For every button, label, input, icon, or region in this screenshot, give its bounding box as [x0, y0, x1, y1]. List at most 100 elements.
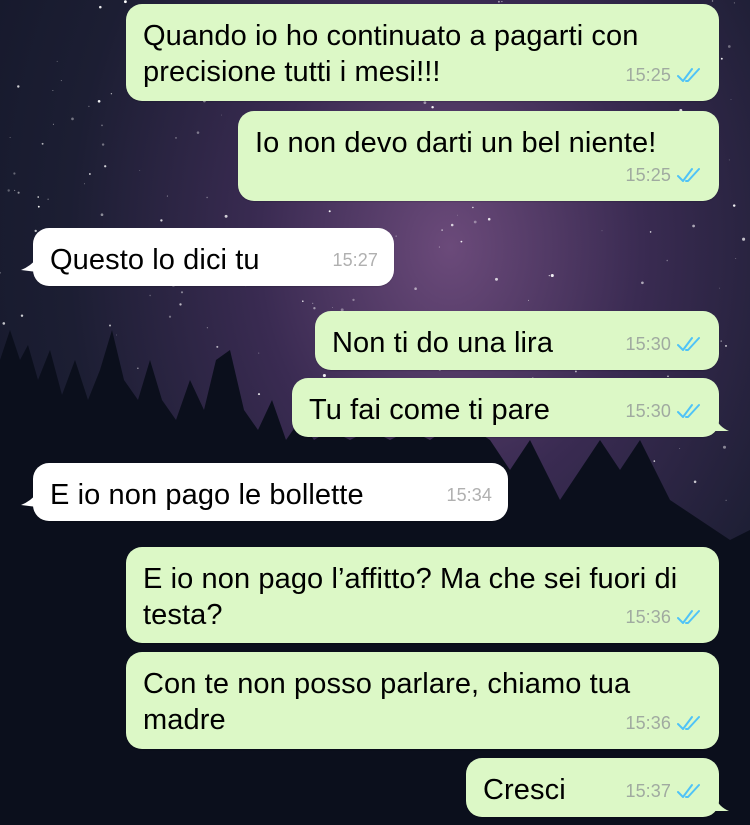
- bubble-tail: [21, 258, 37, 272]
- star: [472, 206, 474, 209]
- star: [20, 314, 24, 317]
- star: [101, 143, 105, 146]
- message-text: Con te non posso parlare, chiamo tua mad…: [143, 668, 631, 736]
- message-time: 15:27: [332, 250, 378, 270]
- star: [17, 191, 20, 194]
- message-time: 15:25: [625, 165, 671, 185]
- bubble-tail: [21, 493, 37, 507]
- star: [47, 198, 49, 200]
- message-bubble-outgoing[interactable]: Con te non posso parlare, chiamo tua mad…: [126, 652, 719, 749]
- message-time: 15:25: [625, 65, 671, 85]
- star: [257, 393, 261, 396]
- star: [666, 259, 668, 262]
- double-check-read-icon: [677, 716, 700, 730]
- star: [109, 324, 111, 327]
- star: [414, 287, 417, 290]
- star: [352, 298, 355, 302]
- star: [9, 136, 11, 138]
- star: [727, 45, 731, 48]
- star: [124, 0, 127, 4]
- star: [732, 204, 736, 207]
- double-check-read-icon: [677, 68, 700, 82]
- star: [196, 131, 200, 134]
- star: [313, 307, 316, 310]
- double-check-read-icon: [677, 404, 700, 418]
- star: [116, 334, 118, 336]
- star: [720, 340, 722, 342]
- double-check-read-icon: [677, 610, 700, 624]
- message-text: E io non pago le bollette: [50, 479, 364, 511]
- message-time: 15:36: [625, 713, 671, 733]
- star: [527, 299, 529, 301]
- message-text: Quando io ho continuato a pagarti con pr…: [143, 20, 639, 88]
- message-bubble-outgoing[interactable]: Tu fai come ti pare 15:30: [292, 378, 729, 437]
- message-bubble-outgoing[interactable]: Non ti do una lira 15:30: [315, 311, 719, 370]
- star: [728, 159, 730, 161]
- star: [719, 287, 720, 289]
- star: [328, 210, 331, 213]
- star: [725, 499, 727, 501]
- star: [653, 460, 656, 462]
- star: [137, 367, 139, 369]
- star: [160, 219, 163, 222]
- message-bubble-outgoing[interactable]: Io non devo darti un bel niente! 15:25: [238, 111, 719, 201]
- star: [601, 230, 603, 232]
- message-bubble-outgoing[interactable]: Cresci 15:37: [466, 758, 729, 817]
- bubble-tail: [715, 417, 729, 431]
- star: [312, 302, 314, 305]
- double-check-read-icon: [677, 168, 700, 182]
- star: [166, 195, 168, 197]
- message-time: 15:34: [446, 485, 492, 505]
- star: [71, 117, 74, 121]
- message-time: 15:37: [625, 781, 671, 801]
- star: [34, 229, 37, 233]
- star: [692, 224, 695, 228]
- star: [495, 277, 498, 281]
- star: [37, 196, 39, 198]
- star: [733, 2, 735, 4]
- star: [735, 258, 737, 260]
- message-text: E io non pago l’affitto? Ma che sei fuor…: [143, 563, 678, 631]
- star: [548, 275, 550, 277]
- star: [97, 99, 101, 103]
- star: [473, 220, 477, 224]
- double-check-read-icon: [677, 784, 700, 798]
- star: [725, 344, 727, 347]
- star: [13, 172, 16, 175]
- star: [17, 85, 20, 88]
- star: [667, 375, 669, 378]
- star: [175, 137, 177, 139]
- star: [84, 183, 85, 185]
- star: [711, 0, 714, 2]
- star: [100, 213, 104, 217]
- star: [37, 205, 40, 208]
- star: [149, 294, 151, 297]
- star: [423, 101, 427, 104]
- star: [501, 1, 503, 3]
- star: [99, 5, 102, 9]
- star: [2, 322, 6, 325]
- star: [139, 169, 141, 171]
- star: [56, 60, 58, 62]
- star: [450, 223, 454, 227]
- message-bubble-outgoing[interactable]: E io non pago l’affitto? Ma che sei fuor…: [126, 547, 719, 643]
- star: [52, 89, 54, 91]
- star: [431, 105, 434, 109]
- star: [0, 271, 1, 274]
- message-bubble-incoming[interactable]: Questo lo dici tu 15:27: [21, 228, 394, 286]
- star: [742, 237, 746, 241]
- star: [52, 123, 54, 125]
- message-time: 15:30: [625, 334, 671, 354]
- star: [722, 445, 727, 449]
- bubble-tail: [715, 797, 729, 811]
- star: [441, 229, 443, 231]
- message-bubble-outgoing[interactable]: Quando io ho continuato a pagarti con pr…: [126, 4, 719, 101]
- star: [487, 217, 491, 221]
- star: [550, 273, 554, 278]
- star: [574, 370, 577, 373]
- star: [89, 173, 91, 175]
- message-bubble-incoming[interactable]: E io non pago le bollette 15:34: [21, 463, 508, 521]
- star: [641, 281, 644, 285]
- star: [41, 142, 44, 145]
- star: [206, 196, 208, 199]
